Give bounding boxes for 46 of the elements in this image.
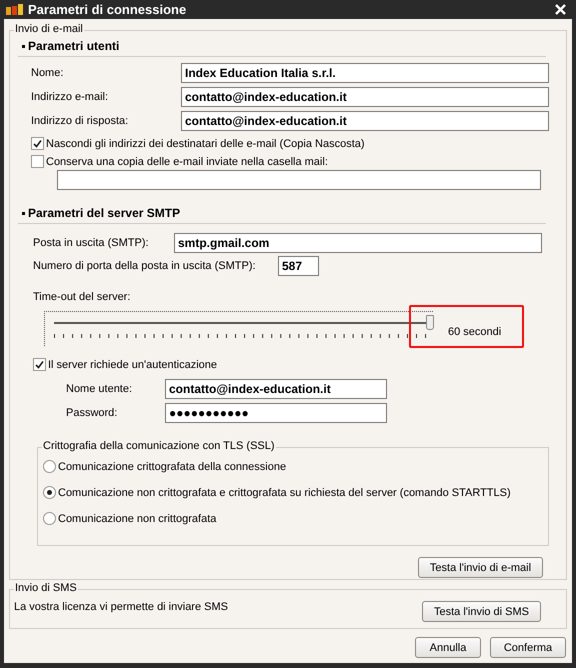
field-label: Password: bbox=[66, 407, 118, 419]
section-heading: Parametri utenti bbox=[18, 37, 546, 57]
text-field[interactable]: contatto@index-education.it bbox=[181, 87, 549, 107]
radio-label: Comunicazione crittografata della connessione bbox=[58, 460, 286, 472]
checkbox[interactable] bbox=[31, 155, 44, 168]
checkbox-label: Il server richiede un'autenticazione bbox=[48, 358, 218, 370]
field-label: Indirizzo di risposta: bbox=[31, 115, 130, 127]
port-field[interactable]: 587 bbox=[278, 256, 319, 276]
group-legend: Invio di SMS bbox=[14, 582, 78, 594]
field-label: Indirizzo e-mail: bbox=[31, 91, 110, 103]
timeout-slider[interactable] bbox=[44, 311, 433, 346]
section-heading: Parametri del server SMTP bbox=[18, 204, 546, 224]
text-field[interactable]: contatto@index-education.it bbox=[165, 379, 387, 399]
radio-button[interactable] bbox=[43, 460, 56, 473]
test-sms-button[interactable]: Testa l'invio di SMS bbox=[422, 601, 541, 622]
text-field[interactable]: contatto@index-education.it bbox=[181, 111, 549, 131]
test-email-button[interactable]: Testa l'invio di e-mail bbox=[418, 557, 543, 578]
field-label: Nome: bbox=[31, 67, 64, 79]
group-legend: Crittografia della comunicazione con TLS (SSL) bbox=[42, 440, 276, 452]
checkbox[interactable] bbox=[31, 137, 44, 150]
field-label: Nome utente: bbox=[66, 383, 134, 395]
slider-thumb[interactable] bbox=[426, 315, 434, 330]
checkbox[interactable] bbox=[33, 358, 46, 371]
window-title: Parametri di connessione bbox=[28, 2, 188, 17]
group-legend: Invio di e-mail bbox=[14, 23, 84, 35]
radio-label: Comunicazione non crittografata bbox=[58, 512, 216, 524]
checkbox-label: Nascondi gli indirizzi dei destinatari delle e-mail (Copia Nascosta) bbox=[46, 138, 365, 150]
radio-button[interactable] bbox=[43, 512, 56, 525]
field-label: Posta in uscita (SMTP): bbox=[33, 237, 150, 249]
text-field[interactable]: Index Education Italia s.r.l. bbox=[181, 63, 549, 83]
app-logo-icon bbox=[6, 4, 24, 16]
checkbox-label: Conserva una copia delle e-mail inviate nella casella mail: bbox=[46, 156, 328, 168]
check-icon bbox=[35, 360, 44, 369]
radio-button[interactable] bbox=[43, 486, 56, 499]
field-label: Time-out del server: bbox=[33, 291, 130, 303]
dialog-button[interactable]: Annulla bbox=[415, 637, 481, 658]
password-field[interactable]: ●●●●●●●●●●● bbox=[165, 403, 387, 423]
timeout-reading: 60 secondi bbox=[448, 326, 502, 338]
mailbox-field[interactable] bbox=[57, 170, 541, 190]
check-icon bbox=[33, 139, 42, 148]
sms-info-text: La vostra licenza vi permette di inviare SMS bbox=[14, 600, 228, 612]
radio-label: Comunicazione non crittografata e crittografata su richiesta del server (comando STARTTLS) bbox=[58, 486, 511, 498]
field-label: Numero di porta della posta in uscita (SMTP): bbox=[33, 260, 257, 272]
close-icon[interactable] bbox=[555, 4, 566, 15]
dialog-button[interactable]: Conferma bbox=[490, 637, 566, 658]
text-field[interactable]: smtp.gmail.com bbox=[174, 233, 542, 253]
